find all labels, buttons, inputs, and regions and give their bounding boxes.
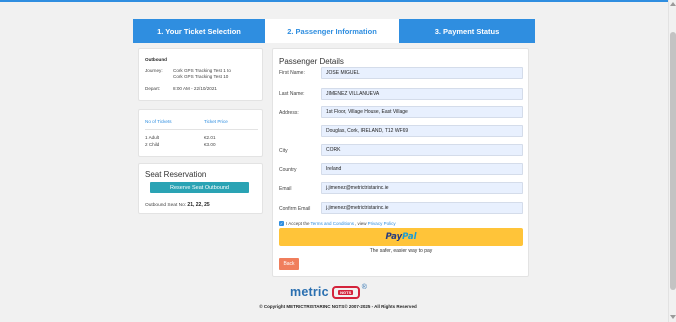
country-label: Country: [279, 167, 297, 173]
top-accent-bar: [0, 0, 676, 2]
paypal-logo: PayPal: [385, 232, 417, 242]
progress-tabs: 1. Your Ticket Selection 2. Passenger In…: [133, 19, 535, 43]
metric-ngts-logo: metric NGTS ®: [290, 284, 367, 300]
outbound-seat-numbers: Outbound Seat No: 21, 22, 25: [145, 202, 210, 208]
depart-label: Depart:: [145, 86, 161, 91]
tab-ticket-selection[interactable]: 1. Your Ticket Selection: [133, 19, 265, 43]
confirm-email-input[interactable]: j.jimenez@metrictristarinc.ie: [321, 202, 523, 214]
accept-prefix-text: I Accept the: [286, 221, 310, 226]
passenger-details-title: Passenger Details: [279, 57, 344, 66]
first-name-input[interactable]: JOSE MIGUEL: [321, 67, 523, 79]
logo-badge: NGTS: [331, 285, 360, 299]
terms-link[interactable]: Terms and Conditions: [311, 221, 355, 226]
first-name-label: First Name:: [279, 70, 305, 76]
ticket-count: 2 Child: [145, 142, 160, 147]
ticket-price: €2.01: [204, 135, 216, 140]
scroll-up-arrow-icon[interactable]: [670, 2, 676, 6]
city-label: City: [279, 148, 288, 154]
accept-mid-text: , view: [355, 221, 367, 226]
tab-passenger-information[interactable]: 2. Passenger Information: [265, 19, 399, 43]
journey-value-line1: Cork GPS Tracking Test 1 to: [173, 68, 231, 73]
copyright-text: © Copyright METRICTRISTARINC NGTS© 2007-…: [259, 304, 417, 309]
depart-value: 8:00 AM - 22/10/2021: [173, 86, 217, 91]
scrollbar-thumb[interactable]: [670, 32, 676, 290]
divider: [145, 129, 258, 130]
accept-terms-row: ✓ I Accept the Terms and Conditions , vi…: [279, 221, 397, 226]
privacy-policy-link[interactable]: Privacy Policy: [368, 221, 396, 226]
city-input[interactable]: CORK: [321, 144, 523, 156]
seat-number-value: 21, 22, 25: [187, 202, 210, 208]
back-button[interactable]: Back: [279, 258, 299, 270]
tickets-price-header: Ticket Price: [204, 119, 228, 124]
outbound-title: Outbound: [145, 57, 167, 62]
passenger-details-card: Passenger Details First Name: JOSE MIGUE…: [272, 48, 529, 277]
address-line2-input[interactable]: Douglas, Cork, IRELAND, T12 WF69: [321, 125, 523, 137]
accept-terms-checkbox[interactable]: ✓: [279, 221, 284, 226]
last-name-input[interactable]: JIMENEZ VILLANUEVA: [321, 88, 523, 100]
country-input[interactable]: Ireland: [321, 163, 523, 175]
seat-reservation-title: Seat Reservation: [145, 170, 207, 179]
last-name-label: Last Name:: [279, 91, 305, 97]
seat-reservation-card: Seat Reservation Reserve Seat Outbound O…: [138, 163, 263, 214]
registered-mark: ®: [361, 284, 367, 291]
vertical-scrollbar[interactable]: [668, 0, 676, 322]
confirm-email-label: Confirm Email: [279, 206, 311, 212]
reserve-seat-outbound-button[interactable]: Reserve Seat Outbound: [150, 182, 249, 193]
logo-wordmark: metric: [290, 285, 329, 299]
paypal-button[interactable]: PayPal: [279, 228, 523, 246]
journey-value-line2: Cork GPS Tracking Test 10: [173, 74, 229, 79]
tab-payment-status[interactable]: 3. Payment Status: [399, 19, 535, 43]
email-input[interactable]: j.jimenez@metrictristarinc.ie: [321, 182, 523, 194]
journey-label: Journey:: [145, 68, 163, 73]
ticket-price: €3.00: [204, 142, 216, 147]
seat-number-label: Outbound Seat No:: [145, 203, 187, 208]
ticket-count: 1 Adult: [145, 135, 160, 140]
email-label: Email: [279, 186, 292, 192]
address-line1-input[interactable]: 1st Floor, Village House, East Village: [321, 106, 523, 118]
tickets-count-header: No of Tickets: [145, 119, 172, 124]
scroll-down-arrow-icon[interactable]: [670, 315, 676, 319]
paypal-tagline: The safer, easier way to pay: [369, 248, 433, 254]
tickets-card: No of Tickets Ticket Price 1 Adult €2.01…: [138, 109, 263, 157]
address-label: Address:: [279, 110, 299, 116]
journey-card: Outbound Journey: Cork GPS Tracking Test…: [138, 48, 263, 101]
